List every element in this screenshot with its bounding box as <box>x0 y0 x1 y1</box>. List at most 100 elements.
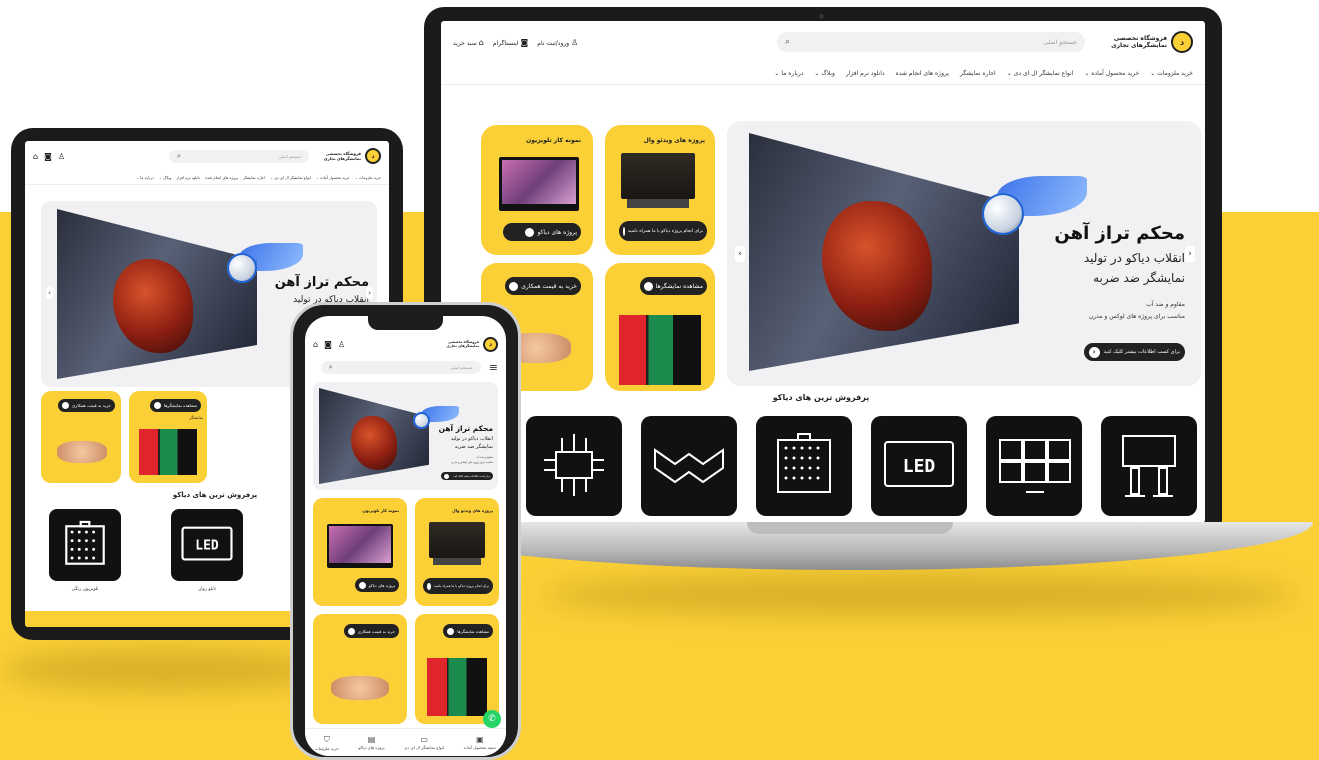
nav-item-projects[interactable]: پروژه های انجام شده <box>205 176 238 180</box>
slider-next-button[interactable]: › <box>366 287 373 299</box>
phone-card-view-displays[interactable]: مشاهده نمایشگرها <box>415 614 499 724</box>
product-tile-led-sign[interactable]: LED <box>871 416 967 516</box>
product-tile-led-stand[interactable] <box>1101 416 1197 516</box>
instagram-link[interactable]: ◙اینستاگرام <box>493 38 528 47</box>
card-displays-button[interactable]: مشاهده نمایشگرها <box>639 277 707 295</box>
phone-logo[interactable]: د فروشگاه تخصصی نمایشگرهای تجاری <box>441 336 498 352</box>
nav-item-ready-products[interactable]: خرید محصول آماده ⌄ <box>1084 70 1139 77</box>
card-videowall-projects[interactable]: پروژه های ویدئو وال برای انجام پروژه دیا… <box>605 125 715 255</box>
arrow-left-icon <box>444 473 450 479</box>
hero-slider: محکم تراز آهن انقلاب دیاکو در تولید نمای… <box>727 121 1201 386</box>
phone-hero-cta-label: برای کسب اطلاعات بیشتر کلیک کنید <box>453 474 490 478</box>
phone-search-input[interactable]: جستجو اصلی ⌕ <box>320 360 481 374</box>
card-videowall-button[interactable]: برای انجام پروژه دیاکو با ما همراه باشید <box>423 578 493 594</box>
search-icon[interactable]: ⌕ <box>785 37 790 47</box>
card-tv-samples[interactable]: نمونه کار تلویزیون پروژه های دیاکو <box>481 125 593 255</box>
user-icon[interactable]: ♙ <box>58 152 65 161</box>
cart-link[interactable]: ⌂سبد خرید <box>453 38 484 47</box>
instagram-icon[interactable]: ◙ <box>324 340 332 349</box>
product-tile-flexible-panel[interactable] <box>641 416 737 516</box>
site-header: د فروشگاه تخصصی نمایشگرهای تجاری جستجو ا… <box>441 21 1205 63</box>
phone-card-tv-samples[interactable]: نمونه کار تلویزیون پروژه های دیاکو <box>313 498 407 606</box>
user-icon: ♙ <box>571 37 579 47</box>
videowall-desk <box>627 199 689 208</box>
whatsapp-icon[interactable]: ✆ <box>483 710 501 728</box>
hero-cta-button[interactable]: برای کسب اطلاعات بیشتر کلیک کنید ‹ <box>1083 343 1185 361</box>
card-partner-button[interactable]: خرید به قیمت همکاری <box>505 277 581 295</box>
nav-item-rental[interactable]: اجاره نمایشگر <box>243 176 265 180</box>
login-label: ورود/ثبت نام <box>537 39 570 47</box>
phone-hero-bullet-1: مقاوم و ضد آب <box>476 456 493 459</box>
card-displays-button[interactable]: مشاهده نمایشگرها <box>149 399 201 412</box>
videowall-icon <box>999 439 1071 493</box>
device-shadow <box>540 575 1300 615</box>
search-input[interactable]: جستجو اصلی ⌕ <box>777 32 1085 52</box>
device-shadow <box>0 650 330 690</box>
product-tile-led-module[interactable] <box>756 416 852 516</box>
phone-hero-cta[interactable]: برای کسب اطلاعات بیشتر کلیک کنید <box>441 472 493 480</box>
tab-projects[interactable]: ▤ پروژه های دیاکو <box>358 735 384 750</box>
product-tile-videowall[interactable] <box>986 416 1082 516</box>
site-logo[interactable]: د فروشگاه تخصصی نمایشگرهای تجاری <box>1109 31 1193 53</box>
card-tv-button[interactable]: پروژه های دیاکو <box>503 223 581 241</box>
product-tile-controller[interactable] <box>526 416 622 516</box>
tablet-card-view-displays[interactable]: مشاهده نمایشگرها نمایشگر <box>129 391 207 483</box>
tablet-search-input[interactable]: جستجو اصلی ⌕ <box>169 149 309 163</box>
nav-item-blog[interactable]: وبلاگ ⌄ <box>159 176 172 180</box>
phone-hero-bullet-2: مناسب برای پروژه های لوکس و مدرن <box>451 461 493 464</box>
logo-text: فروشگاه تخصصی نمایشگرهای تجاری <box>1111 35 1167 49</box>
nav-item-supplies[interactable]: خرید ملزومات ⌄ <box>1150 70 1193 77</box>
arrow-left-icon <box>643 281 653 291</box>
tablet-product-led-module[interactable] <box>49 509 121 581</box>
slider-prev-button[interactable]: ‹ <box>46 287 53 299</box>
cart-icon[interactable]: ⌂ <box>33 152 38 161</box>
card-partner-button[interactable]: خرید به قیمت همکاری <box>343 624 399 638</box>
tab-led-types[interactable]: ▭ انواع نمایشگر ال ای دی <box>404 735 444 750</box>
search-icon[interactable]: ⌕ <box>177 152 181 161</box>
nav-item-supplies[interactable]: خرید ملزومات ⌄ <box>355 176 381 180</box>
nav-item-blog[interactable]: وبلاگ ⌄ <box>814 70 834 77</box>
arrow-left-icon <box>509 281 519 291</box>
nav-item-about[interactable]: درباره ما ⌄ <box>136 176 154 180</box>
tablet-card-partner-price[interactable]: خرید به قیمت همکاری <box>41 391 121 483</box>
card-tv-title: نمونه کار تلویزیون <box>526 137 581 144</box>
nav-item-ready-products[interactable]: خرید محصول آماده ⌄ <box>316 176 350 180</box>
nav-item-projects[interactable]: پروژه های انجام شده <box>896 70 949 77</box>
arrow-left-icon <box>623 226 625 236</box>
card-tv-button[interactable]: پروژه های دیاکو <box>354 578 399 592</box>
cart-label: سبد خرید <box>453 39 477 47</box>
slider-next-button[interactable]: › <box>1185 246 1195 262</box>
slider-prev-button[interactable]: ‹ <box>735 246 745 262</box>
card-videowall-button-label: برای انجام پروژه دیاکو با ما همراه باشید <box>627 228 703 234</box>
nav-item-led-types[interactable]: انواع نمایشگر ال ای دی ⌄ <box>270 176 311 180</box>
tab-led-types-label: انواع نمایشگر ال ای دی <box>404 745 445 750</box>
tablet-product-led-sign[interactable]: LED <box>171 509 243 581</box>
nav-item-rental[interactable]: اجاره نمایشگر <box>960 70 996 77</box>
user-icon[interactable]: ♙ <box>338 340 345 349</box>
tab-ready-products[interactable]: ▣ دسته محصول آماده <box>464 735 497 750</box>
camera-dot <box>819 14 824 19</box>
account-links: ♙ورود/ثبت نام ◙اینستاگرام ⌂سبد خرید <box>453 38 578 47</box>
instagram-icon[interactable]: ◙ <box>44 152 52 161</box>
nav-item-about[interactable]: درباره ما ⌄ <box>774 70 803 77</box>
nav-item-download[interactable]: دانلود نرم افزار <box>176 176 200 180</box>
card-view-displays[interactable]: مشاهده نمایشگرها <box>605 263 715 391</box>
nav-item-led-types[interactable]: انواع نمایشگر ال ای دی ⌄ <box>1007 70 1074 77</box>
menu-icon[interactable]: ≡ <box>489 361 498 374</box>
phone-card-videowall[interactable]: پروژه های ویدئو وال برای انجام پروژه دیا… <box>415 498 499 606</box>
card-displays-button[interactable]: مشاهده نمایشگرها <box>443 624 493 638</box>
cart-icon[interactable]: ⌂ <box>313 340 318 349</box>
bestsellers-title: پرفروش ترین های دیاکو <box>772 393 870 402</box>
nav-item-download[interactable]: دانلود نرم افزار <box>846 70 885 77</box>
tab-supplies-label: خرید ملزومات <box>314 745 339 751</box>
login-link[interactable]: ♙ورود/ثبت نام <box>537 38 578 47</box>
card-videowall-button[interactable]: برای انجام پروژه دیاکو با ما همراه باشید <box>619 221 707 241</box>
tab-supplies[interactable]: ⛉ خرید ملزومات <box>315 735 339 751</box>
phone-hero-slider: محکم تراز آهن انقلاب دیاکو در تولید نمای… <box>313 382 498 490</box>
card-partner-button[interactable]: خرید به قیمت همکاری <box>58 399 115 412</box>
phone-card-partner-price[interactable]: خرید به قیمت همکاری <box>313 614 407 724</box>
card-videowall-button-label: برای انجام پروژه دیاکو با ما همراه باشید <box>433 584 489 588</box>
tablet-logo[interactable]: د فروشگاه تخصصی نمایشگرهای تجاری <box>321 148 381 164</box>
search-icon[interactable]: ⌕ <box>329 363 333 372</box>
search-placeholder: جستجو اصلی <box>1043 38 1077 46</box>
